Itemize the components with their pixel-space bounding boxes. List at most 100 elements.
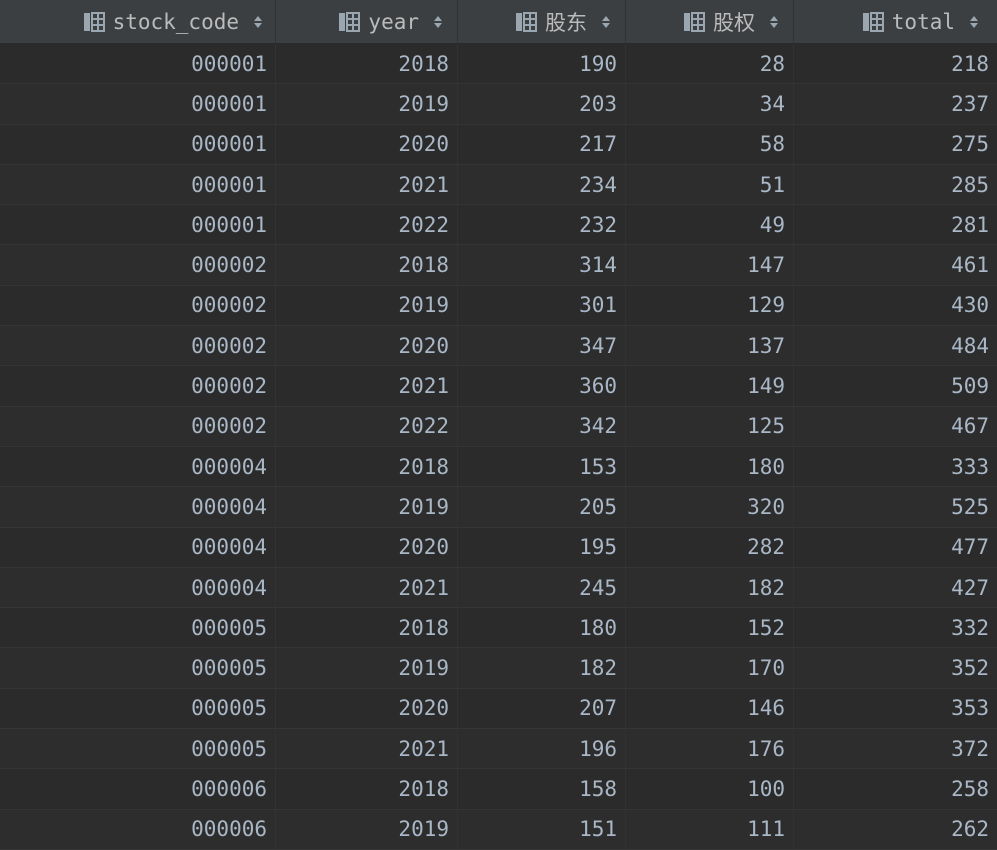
sort-icon[interactable] (433, 14, 443, 30)
cell-equity[interactable]: 152 (626, 608, 794, 648)
cell-shareholder[interactable]: 158 (458, 769, 626, 809)
cell-shareholder[interactable]: 347 (458, 326, 626, 366)
table-row[interactable]: 000002 2018 314 147 461 (0, 245, 997, 286)
cell-total[interactable]: 353 (794, 689, 997, 728)
cell-stock-code[interactable]: 000002 (0, 326, 276, 366)
cell-shareholder[interactable]: 182 (458, 648, 626, 688)
cell-total[interactable]: 333 (794, 447, 997, 486)
cell-shareholder[interactable]: 245 (458, 567, 626, 608)
cell-shareholder[interactable]: 195 (458, 527, 626, 567)
cell-year[interactable]: 2022 (276, 406, 458, 446)
cell-year[interactable]: 2019 (276, 285, 458, 326)
sort-icon[interactable] (253, 14, 263, 30)
cell-shareholder[interactable]: 217 (458, 124, 626, 164)
cell-total[interactable]: 262 (794, 810, 997, 849)
cell-equity[interactable]: 51 (626, 164, 794, 205)
column-header-total[interactable]: total (794, 0, 997, 43)
cell-stock-code[interactable]: 000002 (0, 366, 276, 406)
cell-equity[interactable]: 137 (626, 326, 794, 366)
cell-year[interactable]: 2018 (276, 446, 458, 487)
cell-stock-code[interactable]: 000004 (0, 567, 276, 608)
cell-year[interactable]: 2020 (276, 124, 458, 164)
cell-total[interactable]: 372 (794, 729, 997, 768)
cell-equity[interactable]: 100 (626, 769, 794, 809)
cell-stock-code[interactable]: 000005 (0, 608, 276, 648)
table-row[interactable]: 000002 2019 301 129 430 (0, 285, 997, 327)
cell-total[interactable]: 275 (794, 125, 997, 164)
table-row[interactable]: 000001 2018 190 28 218 (0, 44, 997, 85)
cell-year[interactable]: 2018 (276, 44, 458, 84)
cell-total[interactable]: 467 (794, 407, 997, 446)
table-row[interactable]: 000005 2018 180 152 332 (0, 608, 997, 649)
cell-shareholder[interactable]: 196 (458, 729, 626, 769)
cell-year[interactable]: 2020 (276, 326, 458, 366)
cell-stock-code[interactable]: 000004 (0, 487, 276, 527)
column-header-equity[interactable]: 股权 (626, 0, 794, 43)
table-row[interactable]: 000005 2019 182 170 352 (0, 648, 997, 689)
cell-equity[interactable]: 49 (626, 205, 794, 245)
cell-year[interactable]: 2021 (276, 567, 458, 608)
sort-icon[interactable] (969, 14, 979, 30)
cell-total[interactable]: 352 (794, 648, 997, 687)
table-row[interactable]: 000004 2021 245 182 427 (0, 567, 997, 609)
column-header-stock-code[interactable]: stock_code (0, 0, 276, 43)
cell-shareholder[interactable]: 301 (458, 285, 626, 326)
cell-equity[interactable]: 176 (626, 729, 794, 769)
cell-year[interactable]: 2018 (276, 769, 458, 809)
cell-stock-code[interactable]: 000005 (0, 729, 276, 769)
table-row[interactable]: 000001 2019 203 34 237 (0, 84, 997, 125)
cell-stock-code[interactable]: 000005 (0, 688, 276, 729)
table-row[interactable]: 000004 2019 205 320 525 (0, 487, 997, 528)
cell-shareholder[interactable]: 314 (458, 245, 626, 285)
cell-equity[interactable]: 28 (626, 44, 794, 84)
cell-equity[interactable]: 320 (626, 487, 794, 527)
cell-year[interactable]: 2019 (276, 648, 458, 688)
table-row[interactable]: 000004 2018 153 180 333 (0, 446, 997, 488)
cell-shareholder[interactable]: 232 (458, 205, 626, 245)
cell-stock-code[interactable]: 000004 (0, 446, 276, 487)
cell-shareholder[interactable]: 151 (458, 809, 626, 849)
column-header-year[interactable]: year (276, 0, 458, 43)
cell-total[interactable]: 430 (794, 286, 997, 325)
cell-shareholder[interactable]: 342 (458, 406, 626, 446)
cell-year[interactable]: 2019 (276, 487, 458, 527)
cell-year[interactable]: 2022 (276, 205, 458, 245)
cell-equity[interactable]: 182 (626, 567, 794, 608)
sort-icon[interactable] (769, 14, 779, 30)
table-row[interactable]: 000005 2020 207 146 353 (0, 688, 997, 730)
cell-stock-code[interactable]: 000001 (0, 44, 276, 84)
cell-equity[interactable]: 147 (626, 245, 794, 285)
cell-total[interactable]: 477 (794, 528, 997, 567)
cell-total[interactable]: 281 (794, 205, 997, 244)
table-row[interactable]: 000001 2022 232 49 281 (0, 205, 997, 246)
cell-shareholder[interactable]: 205 (458, 487, 626, 527)
cell-year[interactable]: 2021 (276, 366, 458, 406)
cell-total[interactable]: 427 (794, 568, 997, 607)
cell-total[interactable]: 237 (794, 84, 997, 123)
cell-shareholder[interactable]: 234 (458, 164, 626, 205)
table-row[interactable]: 000002 2022 342 125 467 (0, 406, 997, 447)
cell-shareholder[interactable]: 190 (458, 44, 626, 84)
cell-equity[interactable]: 282 (626, 527, 794, 567)
table-row[interactable]: 000002 2021 360 149 509 (0, 366, 997, 407)
cell-equity[interactable]: 58 (626, 124, 794, 164)
cell-stock-code[interactable]: 000002 (0, 285, 276, 326)
cell-total[interactable]: 258 (794, 769, 997, 808)
cell-equity[interactable]: 180 (626, 446, 794, 487)
cell-stock-code[interactable]: 000001 (0, 124, 276, 164)
cell-stock-code[interactable]: 000004 (0, 527, 276, 567)
cell-year[interactable]: 2021 (276, 164, 458, 205)
table-row[interactable]: 000001 2020 217 58 275 (0, 124, 997, 165)
table-row[interactable]: 000001 2021 234 51 285 (0, 164, 997, 206)
cell-equity[interactable]: 111 (626, 809, 794, 849)
cell-year[interactable]: 2021 (276, 729, 458, 769)
cell-shareholder[interactable]: 360 (458, 366, 626, 406)
cell-total[interactable]: 218 (794, 44, 997, 83)
cell-stock-code[interactable]: 000001 (0, 205, 276, 245)
cell-total[interactable]: 461 (794, 245, 997, 284)
cell-shareholder[interactable]: 180 (458, 608, 626, 648)
cell-equity[interactable]: 125 (626, 406, 794, 446)
cell-total[interactable]: 484 (794, 326, 997, 365)
table-row[interactable]: 000004 2020 195 282 477 (0, 527, 997, 568)
cell-equity[interactable]: 149 (626, 366, 794, 406)
